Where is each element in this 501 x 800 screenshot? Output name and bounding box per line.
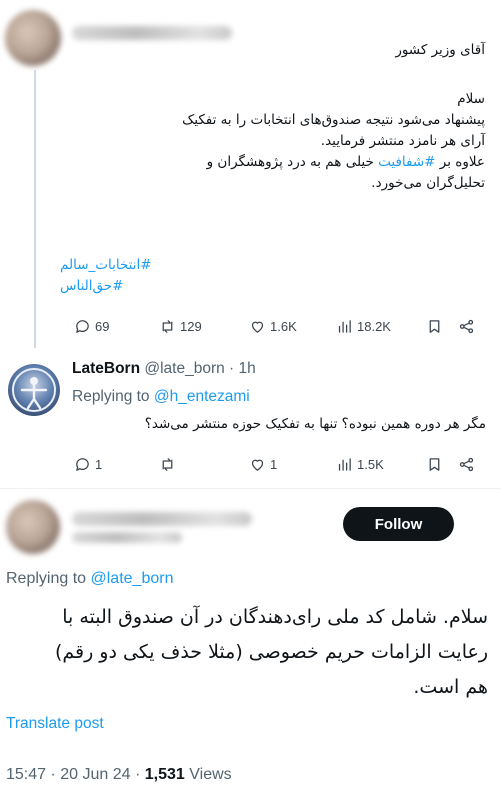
views-count: 1.5K bbox=[357, 456, 384, 472]
tweet-line: رعایت الزامات حریم خصوصی (مثلا حذف یکی د… bbox=[54, 641, 488, 663]
reply-header: LateBorn @late_born · 1h bbox=[72, 360, 256, 378]
tweet-line: سلام. شامل کد ملی رای‌دهندگان در آن صندو… bbox=[62, 606, 488, 628]
bookmark-button[interactable] bbox=[426, 318, 443, 335]
repost-count: 129 bbox=[180, 318, 202, 334]
bookmark-icon bbox=[429, 319, 440, 333]
share-button[interactable] bbox=[458, 456, 475, 473]
tweet-line: آقای وزیر کشور bbox=[395, 42, 485, 58]
reply-button[interactable]: 69 bbox=[74, 318, 109, 335]
repost-icon bbox=[162, 457, 173, 471]
reply-icon bbox=[76, 319, 89, 333]
views-button[interactable]: 1.5K bbox=[336, 456, 384, 473]
reply-text: مگر هر دوره همین نبوده؟ تنها به تفکیک حو… bbox=[144, 416, 486, 432]
share-icon bbox=[459, 319, 474, 333]
tweet-text-segment: خیلی هم به درد پژوهشگران و bbox=[206, 154, 374, 170]
share-button[interactable] bbox=[458, 318, 475, 335]
tweet-line: هم است. bbox=[413, 676, 488, 698]
views-button[interactable]: 18.2K bbox=[336, 318, 391, 335]
mention-link[interactable]: @late_born bbox=[91, 570, 174, 587]
heart-icon bbox=[251, 459, 264, 471]
bookmark-icon bbox=[429, 457, 440, 471]
main-tweet-text: سلام. شامل کد ملی رای‌دهندگان در آن صندو… bbox=[6, 600, 488, 705]
author-handle-blurred bbox=[72, 532, 182, 543]
tweet-line: پیشنهاد می‌شود نتیجه صندوق‌های انتخابات … bbox=[182, 112, 485, 128]
follow-button[interactable]: Follow bbox=[343, 507, 454, 541]
tweet-text: آقای وزیر کشور سلام پیشنهاد می‌شود نتیجه… bbox=[80, 40, 485, 194]
display-name[interactable]: LateBorn bbox=[72, 360, 140, 377]
handle[interactable]: @late_born bbox=[144, 360, 224, 377]
timestamp[interactable]: · 1h bbox=[229, 360, 256, 377]
thread-connector bbox=[34, 70, 36, 348]
mention-link[interactable]: @h_entezami bbox=[154, 388, 250, 405]
repost-button[interactable] bbox=[159, 456, 180, 473]
avatar-blurred[interactable] bbox=[6, 500, 60, 554]
tweet-line: تحلیل‌گران می‌خورد. bbox=[371, 175, 485, 191]
reply-count: 69 bbox=[95, 318, 110, 334]
share-icon bbox=[459, 457, 474, 471]
hashtag-list: انتخابات_سالم# حق‌الناس# bbox=[60, 255, 190, 297]
avatar-lateborn[interactable] bbox=[8, 364, 60, 416]
hashtag-link[interactable]: انتخابات_سالم# bbox=[60, 255, 190, 276]
reply-count: 1 bbox=[95, 456, 103, 472]
hashtag-link[interactable]: #شفافیت bbox=[378, 154, 435, 170]
tweet-line: آرای هر نامزد منتشر فرمایید. bbox=[320, 133, 485, 149]
like-count: 1 bbox=[270, 456, 278, 472]
tweet-line: علاوه بر #شفافیت خیلی هم به درد پژوهشگرا… bbox=[80, 152, 485, 173]
like-button[interactable]: 1.6K bbox=[249, 318, 297, 335]
views-count: 1,531 bbox=[144, 766, 185, 783]
views-count: 18.2K bbox=[357, 318, 391, 334]
replying-label: Replying to bbox=[6, 570, 87, 587]
reply-actions: 1 1 1.5K bbox=[74, 454, 484, 474]
replying-to-line: Replying to @h_entezami bbox=[72, 388, 250, 406]
post-timestamp[interactable]: 15:47 · 20 Jun 24 · bbox=[6, 766, 145, 783]
post-meta: 15:47 · 20 Jun 24 · 1,531 Views bbox=[6, 766, 232, 784]
replying-label: Replying to bbox=[72, 388, 150, 405]
hashtag-link[interactable]: حق‌الناس# bbox=[60, 276, 190, 297]
bookmark-button[interactable] bbox=[426, 456, 443, 473]
tweet-text-segment: علاوه بر bbox=[435, 154, 485, 170]
views-chart-icon bbox=[338, 457, 351, 471]
author-name-blurred[interactable] bbox=[72, 512, 252, 526]
reply-button[interactable]: 1 bbox=[74, 456, 102, 473]
tweet-line: سلام bbox=[457, 91, 485, 107]
views-chart-icon bbox=[338, 319, 351, 333]
author-name-blurred[interactable] bbox=[72, 26, 232, 40]
divider bbox=[0, 488, 501, 489]
views-label: Views bbox=[184, 766, 232, 783]
translate-post-link[interactable]: Translate post bbox=[6, 715, 104, 733]
tweet-actions: 69 129 1.6K 18.2K bbox=[74, 316, 484, 336]
replying-to-line: Replying to @late_born bbox=[6, 570, 173, 588]
like-button[interactable]: 1 bbox=[249, 456, 277, 473]
repost-button[interactable]: 129 bbox=[159, 318, 202, 335]
avatar-blurred[interactable] bbox=[5, 10, 61, 66]
heart-icon bbox=[251, 321, 264, 333]
repost-icon bbox=[162, 319, 173, 333]
reply-icon bbox=[76, 457, 89, 471]
like-count: 1.6K bbox=[270, 318, 297, 334]
clock-figure-icon bbox=[12, 368, 56, 412]
